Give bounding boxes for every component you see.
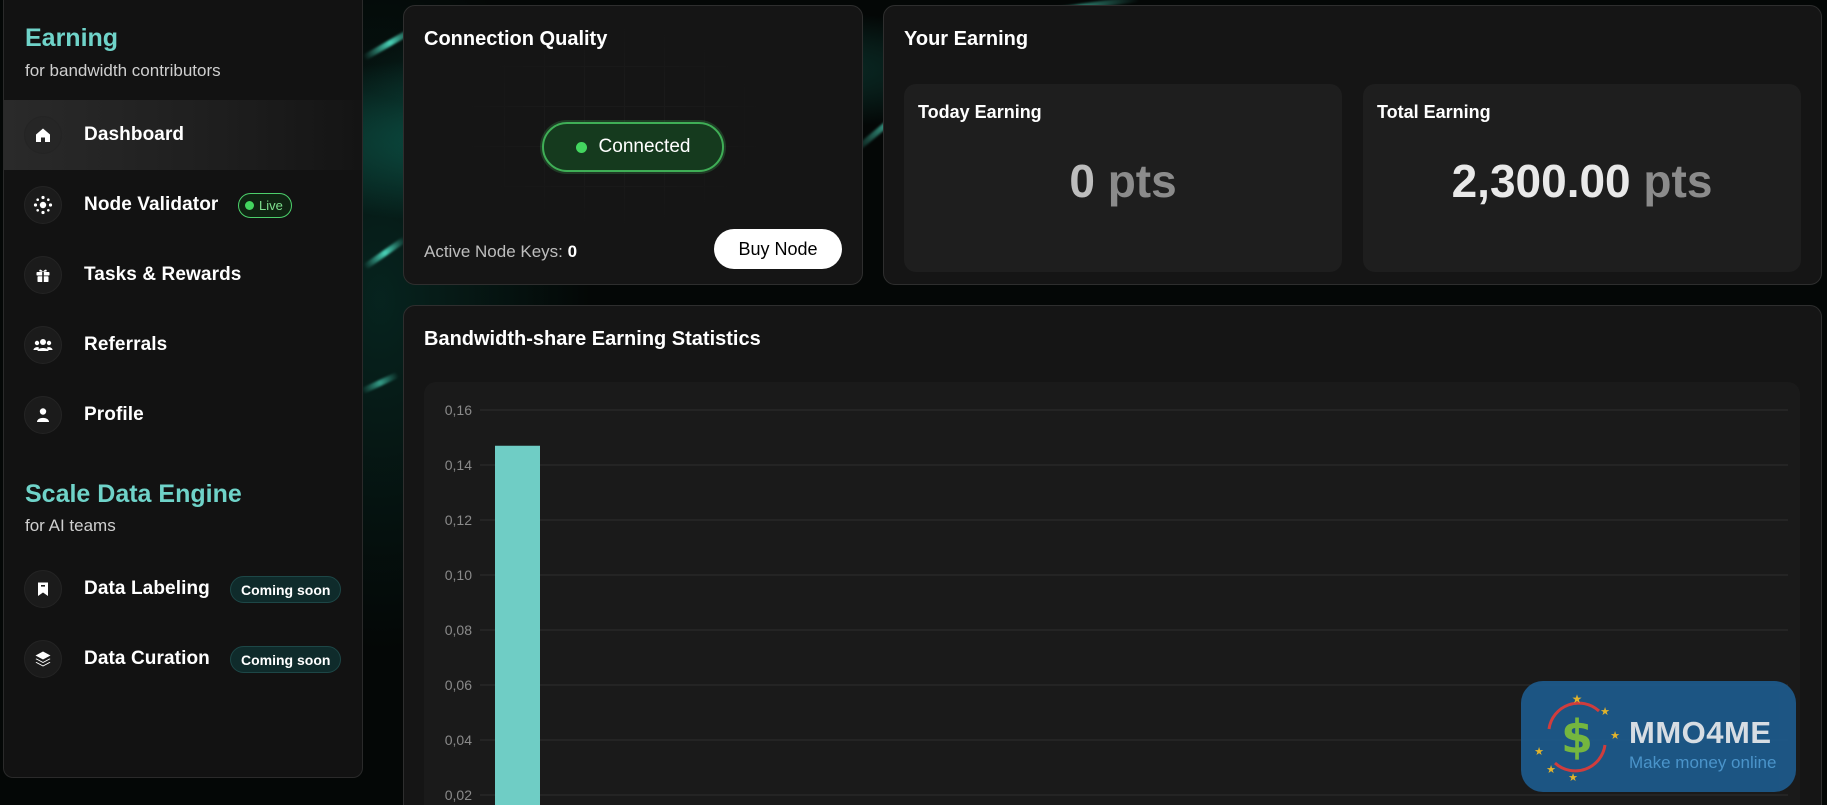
y-tick-label: 0,06 bbox=[445, 677, 472, 693]
total-earning-value: 2,300.00 pts bbox=[1363, 154, 1801, 208]
active-node-keys-value: 0 bbox=[567, 242, 578, 261]
watermark-name: MMO4ME bbox=[1629, 715, 1772, 750]
y-tick-label: 0,08 bbox=[445, 622, 472, 638]
y-tick-label: 0,16 bbox=[445, 402, 472, 418]
your-earning-title: Your Earning bbox=[904, 28, 1029, 50]
today-earning-unit: pts bbox=[1107, 155, 1177, 207]
your-earning-card: Your Earning Today Earning 0 pts Total E… bbox=[883, 5, 1822, 285]
y-tick-label: 0,12 bbox=[445, 512, 472, 528]
watermark-tagline: Make money online bbox=[1629, 753, 1777, 772]
connection-status-pill: Connected bbox=[542, 122, 724, 172]
earning-section-title: Earning bbox=[25, 24, 119, 52]
sidebar-item-label: Tasks & Rewards bbox=[84, 264, 242, 285]
svg-text:★: ★ bbox=[1600, 705, 1610, 718]
live-badge-label: Live bbox=[259, 198, 283, 213]
earning-section-subtitle: for bandwidth contributors bbox=[25, 61, 221, 80]
y-tick-label: 0,10 bbox=[445, 567, 472, 583]
status-dot-icon bbox=[575, 141, 587, 153]
sidebar-item-tasks-rewards[interactable]: Tasks & Rewards bbox=[4, 240, 362, 310]
connection-status-label: Connected bbox=[598, 136, 691, 157]
svg-text:★: ★ bbox=[1546, 763, 1556, 776]
active-node-keys: Active Node Keys: 0 bbox=[424, 242, 577, 262]
sidebar-item-label: Data Curation bbox=[84, 648, 210, 669]
connection-quality-card: Connection Quality Connected Active Node… bbox=[403, 5, 863, 285]
chart-bar[interactable] bbox=[495, 445, 540, 805]
svg-text:★: ★ bbox=[1534, 745, 1544, 758]
total-earning-box: Total Earning 2,300.00 pts bbox=[1363, 84, 1801, 272]
statistics-title: Bandwidth-share Earning Statistics bbox=[424, 328, 761, 350]
sidebar-item-label: Referrals bbox=[84, 334, 168, 355]
user-icon bbox=[24, 396, 62, 434]
today-earning-value: 0 pts bbox=[904, 154, 1342, 208]
dollar-logo-icon: $ ★ ★ ★ ★ ★ ★ bbox=[1534, 692, 1620, 784]
users-icon bbox=[24, 326, 62, 364]
total-earning-label: Total Earning bbox=[1377, 102, 1491, 122]
y-tick-label: 0,02 bbox=[445, 787, 472, 803]
sidebar-item-referrals[interactable]: Referrals bbox=[4, 310, 362, 380]
sidebar-item-profile[interactable]: Profile bbox=[4, 380, 362, 450]
coming-soon-badge: Coming soon bbox=[230, 576, 342, 603]
svg-text:$: $ bbox=[1561, 710, 1593, 764]
sidebar-item-label: Node Validator bbox=[84, 194, 219, 215]
live-badge: Live bbox=[238, 193, 292, 218]
buy-node-button[interactable]: Buy Node bbox=[714, 229, 842, 269]
today-earning-box: Today Earning 0 pts bbox=[904, 84, 1342, 272]
scale-section-title: Scale Data Engine bbox=[25, 480, 242, 508]
sidebar-item-node-validator[interactable]: Node Validator Live bbox=[4, 170, 362, 240]
bookmark-icon bbox=[24, 570, 62, 608]
gift-icon bbox=[24, 256, 62, 294]
svg-text:★: ★ bbox=[1610, 729, 1620, 742]
sidebar-item-dashboard[interactable]: Dashboard bbox=[4, 100, 362, 170]
home-icon bbox=[24, 116, 62, 154]
today-earning-label: Today Earning bbox=[918, 102, 1042, 122]
sidebar-item-label: Data Labeling bbox=[84, 578, 210, 599]
y-tick-label: 0,04 bbox=[445, 732, 472, 748]
coming-soon-badge: Coming soon bbox=[230, 646, 342, 673]
sidebar-item-label: Dashboard bbox=[84, 124, 185, 145]
sidebar: Earning for bandwidth contributors Dashb… bbox=[3, 0, 363, 778]
live-dot-icon bbox=[245, 201, 254, 210]
sidebar-item-data-labeling[interactable]: Data Labeling Coming soon bbox=[4, 554, 362, 624]
y-tick-label: 0,14 bbox=[445, 457, 472, 473]
total-earning-number: 2,300.00 bbox=[1451, 155, 1631, 207]
sidebar-item-label: Profile bbox=[84, 404, 144, 425]
scale-section-subtitle: for AI teams bbox=[25, 516, 116, 535]
today-earning-number: 0 bbox=[1069, 155, 1095, 207]
node-icon bbox=[24, 186, 62, 224]
svg-text:★: ★ bbox=[1572, 692, 1583, 706]
watermark-badge: $ ★ ★ ★ ★ ★ ★ MMO4ME Make money online bbox=[1521, 681, 1796, 792]
total-earning-unit: pts bbox=[1643, 155, 1713, 207]
layers-icon bbox=[24, 640, 62, 678]
connection-quality-title: Connection Quality bbox=[424, 28, 608, 50]
sidebar-item-data-curation[interactable]: Data Curation Coming soon bbox=[4, 624, 362, 694]
active-node-keys-label: Active Node Keys: bbox=[424, 242, 563, 261]
svg-text:★: ★ bbox=[1568, 771, 1578, 784]
